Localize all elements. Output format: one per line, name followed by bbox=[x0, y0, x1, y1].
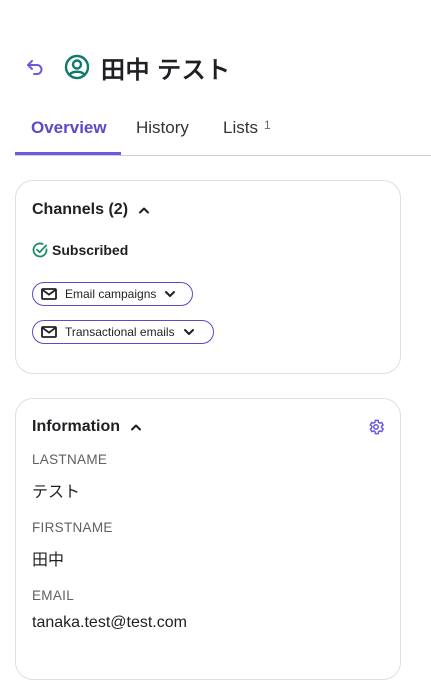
channel-pill-email-campaigns[interactable]: Email campaigns bbox=[32, 282, 193, 306]
channels-header[interactable]: Channels (2) bbox=[32, 201, 150, 219]
subscription-status-label: Subscribed bbox=[52, 242, 129, 258]
channels-title: Channels (2) bbox=[32, 201, 129, 218]
gear-icon bbox=[369, 419, 384, 435]
field-value-firstname: 田中 bbox=[32, 552, 65, 569]
mail-icon bbox=[41, 326, 57, 338]
tab-history[interactable]: History bbox=[136, 118, 189, 138]
settings-gear-button[interactable] bbox=[367, 418, 385, 436]
subscription-status: Subscribed bbox=[32, 242, 128, 258]
channel-pill-label: Transactional emails bbox=[65, 325, 175, 339]
user-circle-icon bbox=[64, 54, 90, 80]
mail-icon bbox=[41, 288, 57, 300]
chevron-down-icon bbox=[183, 328, 195, 336]
page-header: 田中 テスト bbox=[24, 50, 231, 84]
channels-card: Channels (2) Subscribed Email campaigns … bbox=[15, 180, 401, 374]
field-value-lastname: テスト bbox=[32, 484, 81, 501]
page-title: 田中 テスト bbox=[101, 56, 231, 84]
field-label-firstname: FIRSTNAME bbox=[32, 520, 113, 535]
chevron-down-icon bbox=[164, 290, 176, 298]
avatar bbox=[64, 54, 90, 80]
check-circle-icon bbox=[32, 242, 48, 258]
field-label-lastname: LASTNAME bbox=[32, 452, 108, 467]
back-arrow-icon bbox=[27, 60, 43, 75]
active-tab-indicator bbox=[15, 152, 121, 155]
channel-pill-transactional-emails[interactable]: Transactional emails bbox=[32, 320, 214, 344]
field-value-email: tanaka.test@test.com bbox=[32, 614, 187, 631]
field-label-email: EMAIL bbox=[32, 588, 75, 603]
chevron-up-icon[interactable] bbox=[138, 206, 150, 214]
information-title: Information bbox=[32, 418, 120, 435]
channel-pill-label: Email campaigns bbox=[65, 287, 157, 301]
information-card: Information LASTNAME テスト FIRSTNAME 田中 EM… bbox=[15, 398, 401, 680]
tab-history-label: History bbox=[136, 118, 189, 137]
tab-lists-count: 1 bbox=[263, 118, 271, 132]
chevron-up-icon[interactable] bbox=[130, 423, 142, 431]
tab-bar: Overview History Lists 1 bbox=[15, 106, 431, 156]
tab-lists[interactable]: Lists 1 bbox=[223, 118, 271, 138]
tab-overview[interactable]: Overview bbox=[31, 118, 107, 138]
tab-overview-label: Overview bbox=[31, 118, 107, 137]
tab-lists-label: Lists bbox=[223, 118, 258, 137]
information-header[interactable]: Information bbox=[32, 418, 142, 436]
back-button[interactable] bbox=[24, 56, 46, 78]
